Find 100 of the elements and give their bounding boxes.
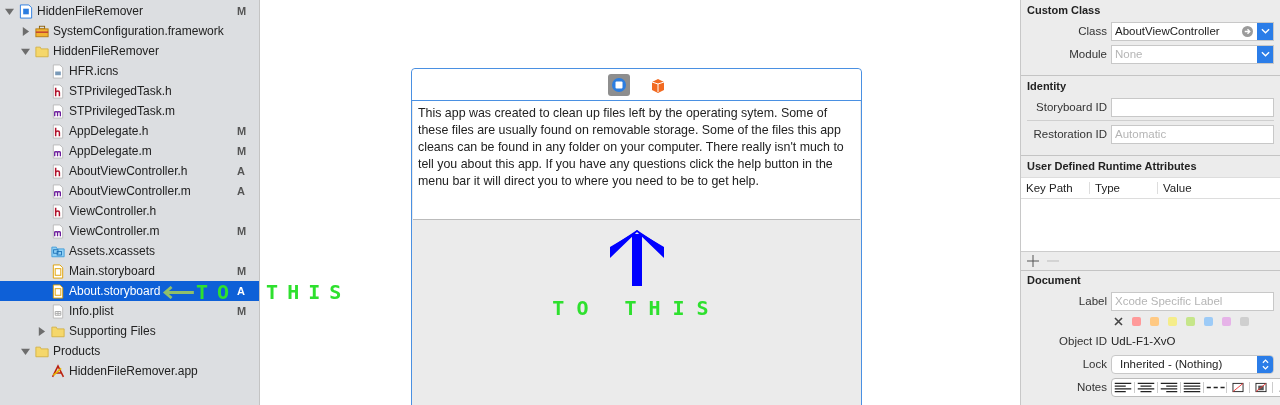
disclosure-triangle[interactable] (20, 26, 31, 36)
h-file-icon (51, 83, 65, 99)
dropdown-button[interactable] (1257, 22, 1273, 40)
file-row[interactable]: Info.plist M (0, 301, 259, 321)
storyboard-file-icon (51, 263, 65, 279)
text-align-icon[interactable] (1135, 381, 1158, 393)
label-color-swatch[interactable] (1186, 316, 1195, 326)
disclosure-triangle[interactable] (36, 326, 47, 336)
field-label: Storyboard ID (1035, 101, 1108, 113)
file-name: Supporting Files (69, 324, 156, 338)
storyboard-file-icon (51, 283, 65, 299)
label-color-swatch[interactable] (1222, 316, 1231, 326)
disclosure-triangle[interactable] (20, 346, 31, 356)
m-file-icon (51, 103, 65, 119)
up-down-chevron-icon (1261, 358, 1269, 370)
file-row[interactable]: Supporting Files (0, 321, 259, 341)
file-name: About.storyboard (69, 284, 161, 298)
file-name: AboutViewController.m (69, 184, 191, 198)
add-icon[interactable] (1027, 255, 1039, 267)
h-file-icon (51, 123, 65, 139)
storyboard-id-field[interactable] (1111, 97, 1274, 117)
status-letter: M (237, 305, 248, 317)
lock-popup-button[interactable]: Inherited - (Nothing) (1111, 354, 1274, 374)
column-header[interactable]: Type (1090, 182, 1158, 194)
file-row[interactable]: STPrivilegedTask.m (0, 101, 259, 121)
plist-file-icon (51, 303, 65, 319)
file-name: AppDelegate.h (69, 124, 149, 138)
disclosure-triangle[interactable] (4, 6, 15, 16)
field-label: Class (1077, 25, 1108, 37)
label-color-swatch[interactable] (1132, 316, 1141, 326)
class-combo-box[interactable]: AboutViewController (1111, 21, 1274, 41)
toolbox-icon (35, 23, 49, 39)
file-name: STPrivilegedTask.m (69, 104, 176, 118)
field-label: Restoration ID (1032, 128, 1108, 140)
folder-icon (35, 343, 49, 359)
status-letter: M (237, 5, 248, 17)
dropdown-button[interactable] (1257, 45, 1273, 63)
column-header[interactable]: Value (1158, 182, 1192, 194)
file-name: AppDelegate.m (69, 144, 152, 158)
file-row[interactable]: AboutViewController.m A (0, 181, 259, 201)
field-label: Notes (1075, 381, 1108, 393)
file-row[interactable]: Assets.xcassets (0, 241, 259, 261)
h-file-icon (51, 203, 65, 219)
label-color-swatch[interactable] (1204, 316, 1213, 326)
dashed-line-icon[interactable] (1204, 381, 1227, 393)
disclosure-triangle[interactable] (20, 46, 31, 56)
image-file-icon (51, 63, 65, 79)
file-row[interactable]: ViewController.h (0, 201, 259, 221)
m-file-icon (51, 183, 65, 199)
field-label: Lock (1081, 358, 1108, 370)
file-row[interactable]: Main.storyboard M (0, 261, 259, 281)
file-row[interactable]: ViewController.m M (0, 221, 259, 241)
section-title: Identity (1027, 80, 1068, 92)
file-row[interactable]: STPrivilegedTask.h (0, 81, 259, 101)
file-row[interactable]: HFR.icns (0, 61, 259, 81)
status-letter: M (237, 145, 248, 157)
label-field[interactable]: Xcode Specific Label (1111, 291, 1274, 311)
project-file-icon (19, 3, 33, 19)
column-header[interactable]: Key Path (1021, 182, 1090, 194)
file-name: AboutViewController.h (69, 164, 188, 178)
status-letter: A (237, 165, 246, 177)
file-row[interactable]: Products (0, 341, 259, 361)
file-row[interactable]: HiddenFileRemover (0, 41, 259, 61)
file-row[interactable]: AboutViewController.h A (0, 161, 259, 181)
file-name: Products (53, 344, 101, 358)
label-color-swatch[interactable] (1168, 316, 1177, 326)
file-name: Assets.xcassets (69, 244, 156, 258)
status-letter: A (237, 185, 246, 197)
folder-icon (35, 43, 49, 59)
cube-icon[interactable] (649, 76, 666, 93)
field-label: Module (1068, 48, 1108, 60)
text-align-icon[interactable] (1112, 381, 1135, 393)
file-name: HiddenFileRemover (53, 44, 160, 58)
file-row[interactable]: HiddenFileRemover M (0, 1, 259, 21)
clear-label-icon[interactable] (1114, 316, 1123, 326)
file-row[interactable]: SystemConfiguration.framework (0, 21, 259, 41)
view-controller-icon[interactable] (607, 73, 630, 96)
m-file-icon (51, 223, 65, 239)
chevron-down-icon (1260, 28, 1270, 34)
label-color-swatch[interactable] (1240, 316, 1249, 326)
file-row[interactable]: AppDelegate.h M (0, 121, 259, 141)
m-file-icon (51, 143, 65, 159)
section-title: User Defined Runtime Attributes (1026, 160, 1198, 172)
restoration-id-field[interactable]: Automatic (1111, 124, 1274, 144)
file-name: SystemConfiguration.framework (53, 24, 224, 38)
file-row[interactable]: HiddenFileRemover.app (0, 361, 259, 381)
left-arrow-icon (162, 285, 196, 299)
chevron-down-icon (1260, 51, 1270, 57)
annotation-text: TO THIS (552, 296, 721, 320)
up-arrow-icon (609, 230, 664, 286)
text-align-icon[interactable] (1181, 381, 1204, 393)
h-file-icon (51, 163, 65, 179)
file-row[interactable]: AppDelegate.m M (0, 141, 259, 161)
section-title: Document (1027, 274, 1082, 286)
app-icon (51, 363, 65, 379)
status-letter: M (237, 225, 248, 237)
file-name: HiddenFileRemover.app (69, 364, 198, 378)
arrow-circle-icon[interactable] (1242, 25, 1253, 37)
label-color-swatch[interactable] (1150, 316, 1159, 326)
text-align-icon[interactable] (1158, 381, 1181, 393)
